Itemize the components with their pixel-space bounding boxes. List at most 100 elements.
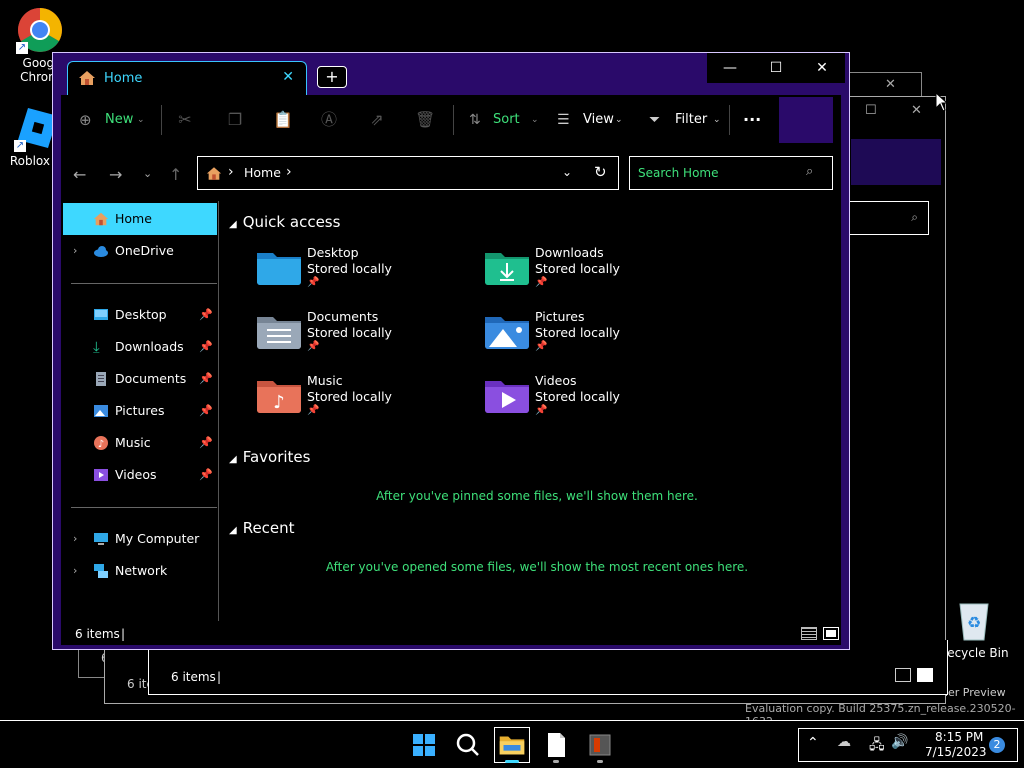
address-history-chevron-icon[interactable]: ⌄: [562, 165, 572, 179]
filter-button[interactable]: ⏷ Filter ⌄: [649, 97, 723, 143]
start-button[interactable]: [406, 727, 442, 763]
pin-icon[interactable]: 📌: [199, 299, 213, 331]
desktop-icon: [94, 309, 108, 320]
search-button[interactable]: [450, 727, 486, 763]
recent-locations-chevron-icon[interactable]: ⌄: [143, 167, 152, 180]
favorites-header[interactable]: ◢ Favorites: [229, 448, 310, 466]
item-name: Pictures: [535, 309, 585, 324]
expand-chevron-icon[interactable]: ›: [73, 235, 77, 267]
pane-divider[interactable]: [218, 201, 219, 621]
pin-icon[interactable]: 📌: [199, 363, 213, 395]
rename-icon[interactable]: Ⓐ: [319, 110, 339, 130]
tiles-view-icon[interactable]: [823, 627, 839, 640]
details-view-icon[interactable]: [895, 668, 911, 682]
quick-access-item-desktop[interactable]: Desktop Stored locally 📌: [257, 245, 477, 301]
search-box[interactable]: ⌕: [849, 201, 929, 235]
pin-icon[interactable]: 📌: [199, 427, 213, 459]
tab-home[interactable]: Home ✕: [67, 61, 307, 95]
sidebar-item-label: Pictures: [115, 403, 165, 418]
sidebar-item-downloads[interactable]: ⤓ Downloads 📌: [63, 331, 217, 363]
new-tab-button[interactable]: +: [317, 66, 347, 88]
share-icon[interactable]: ⇗: [367, 110, 387, 130]
sidebar-item-network[interactable]: › Network: [63, 555, 217, 587]
close-button[interactable]: ✕: [799, 53, 845, 83]
minimize-button[interactable]: —: [707, 53, 753, 83]
network-icon[interactable]: 🖧: [869, 734, 885, 758]
search-input[interactable]: Search Home ⌕: [629, 156, 833, 190]
sidebar-item-onedrive[interactable]: › OneDrive: [63, 235, 217, 267]
new-button[interactable]: ⊕ New ⌄: [79, 97, 151, 143]
pin-icon[interactable]: 📌: [199, 395, 213, 427]
forward-arrow-icon[interactable]: →: [109, 165, 122, 184]
quick-access-item-downloads[interactable]: Downloads Stored locally 📌: [485, 245, 705, 301]
section-title: Recent: [242, 519, 295, 537]
close-icon[interactable]: ✕: [911, 103, 922, 118]
home-icon: [93, 212, 109, 226]
back-arrow-icon[interactable]: ←: [73, 165, 86, 184]
quick-access-header[interactable]: ◢ Quick access: [229, 213, 340, 231]
details-view-icon[interactable]: [801, 627, 817, 640]
quick-access-item-pictures[interactable]: Pictures Stored locally 📌: [485, 309, 705, 365]
refresh-icon[interactable]: ↻: [594, 163, 607, 181]
quick-access-item-documents[interactable]: Documents Stored locally 📌: [257, 309, 477, 365]
maximize-icon[interactable]: ☐: [865, 103, 877, 118]
recent-header[interactable]: ◢ Recent: [229, 519, 295, 537]
maximize-button[interactable]: ☐: [753, 53, 799, 83]
sidebar-item-label: Desktop: [115, 307, 167, 322]
sidebar-item-pictures[interactable]: Pictures 📌: [63, 395, 217, 427]
close-icon[interactable]: ✕: [885, 77, 896, 92]
address-bar[interactable]: › Home › ⌄ ↻: [197, 156, 619, 190]
tab-close-icon[interactable]: ✕: [282, 69, 294, 85]
documents-folder-icon: [257, 317, 301, 349]
title-bar[interactable]: Home ✕ + — ☐ ✕: [53, 53, 849, 95]
paste-icon[interactable]: 📋: [273, 110, 293, 130]
file-explorer-icon: [499, 736, 525, 755]
running-indicator: [597, 760, 603, 763]
sidebar-item-label: Home: [115, 211, 152, 226]
svg-text:♻: ♻: [967, 613, 981, 632]
system-tray: ⌃ ☁ 🖧 🔊 8:15 PM 7/15/2023 2: [798, 728, 1018, 762]
expand-chevron-icon[interactable]: ›: [73, 555, 77, 587]
show-hidden-icons-chevron[interactable]: ⌃: [807, 735, 819, 751]
cut-icon[interactable]: ✂: [175, 110, 195, 130]
sidebar-item-documents[interactable]: Documents 📌: [63, 363, 217, 395]
notepad-taskbar-button[interactable]: [538, 727, 574, 763]
breadcrumb-chevron[interactable]: ›: [286, 164, 292, 180]
toolbar-divider: [729, 105, 730, 135]
up-arrow-icon[interactable]: ↑: [169, 165, 182, 184]
breadcrumb-home[interactable]: Home: [244, 165, 281, 180]
sidebar-item-label: Videos: [115, 467, 157, 482]
sort-button[interactable]: ⇅ Sort ⌄: [469, 97, 545, 143]
pin-icon[interactable]: 📌: [199, 459, 213, 491]
sidebar-item-music[interactable]: ♪ Music 📌: [63, 427, 217, 459]
volume-icon[interactable]: 🔊: [891, 734, 908, 750]
onedrive-offline-icon[interactable]: ☁: [837, 734, 851, 750]
tiles-view-icon[interactable]: [917, 668, 933, 682]
notification-badge[interactable]: 2: [989, 737, 1005, 753]
pin-icon: 📌: [535, 405, 548, 416]
expand-chevron-icon[interactable]: ›: [73, 523, 77, 555]
sidebar-item-desktop[interactable]: Desktop 📌: [63, 299, 217, 331]
toolbar-divider: [161, 105, 162, 135]
item-status: Stored locally: [535, 325, 620, 340]
pin-icon[interactable]: 📌: [199, 331, 213, 363]
status-bar: 6 items |: [63, 623, 843, 645]
copy-icon[interactable]: ❐: [225, 110, 245, 130]
sidebar-item-my-computer[interactable]: › My Computer: [63, 523, 217, 555]
plus-circle-icon: ⊕: [79, 111, 92, 129]
sidebar-item-videos[interactable]: Videos 📌: [63, 459, 217, 491]
clock-date[interactable]: 7/15/2023: [925, 745, 987, 759]
quick-access-item-videos[interactable]: Videos Stored locally 📌: [485, 373, 705, 429]
filter-label: Filter: [675, 112, 708, 127]
sidebar-item-home[interactable]: Home: [63, 203, 217, 235]
more-options-button[interactable]: ···: [743, 97, 767, 143]
item-name: Downloads: [535, 245, 604, 260]
file-explorer-window[interactable]: Home ✕ + — ☐ ✕ ⊕ New ⌄ ✂ ❐ 📋 Ⓐ ⇗ 🗑 ⇅ Sor…: [52, 52, 850, 650]
clock-time[interactable]: 8:15 PM: [935, 730, 983, 744]
quick-access-item-music[interactable]: ♪ Music Stored locally 📌: [257, 373, 477, 429]
file-explorer-taskbar-button[interactable]: [494, 727, 530, 763]
delete-icon[interactable]: 🗑: [415, 110, 435, 130]
office-taskbar-button[interactable]: [582, 727, 618, 763]
view-button[interactable]: ☰ View ⌄: [557, 97, 627, 143]
mouse-cursor-icon: [935, 92, 949, 112]
